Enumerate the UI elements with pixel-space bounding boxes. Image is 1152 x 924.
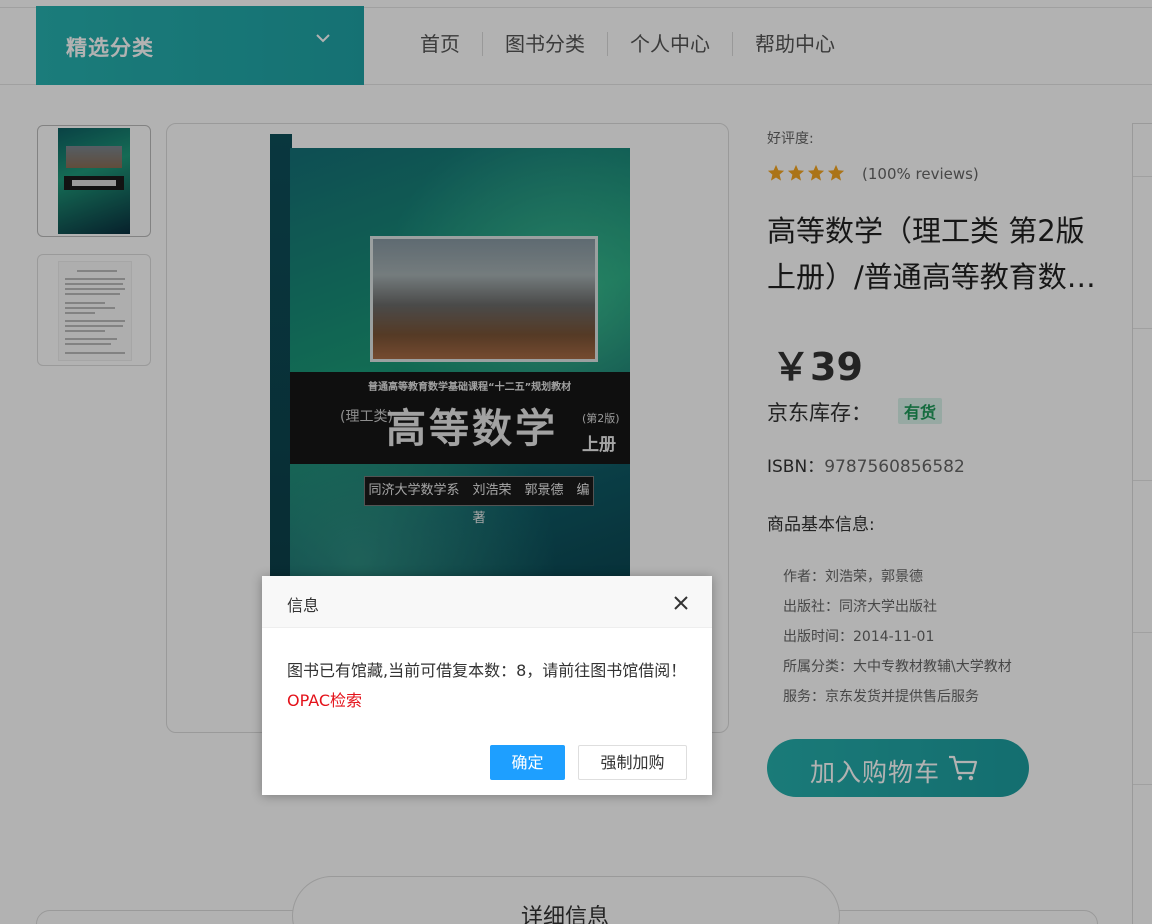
dialog-title: 信息 (287, 596, 320, 615)
opac-search-link[interactable]: OPAC检索 (287, 691, 362, 710)
confirm-button[interactable]: 确定 (490, 745, 565, 780)
close-icon[interactable] (672, 594, 690, 612)
dialog-message: 图书已有馆藏,当前可借复本数：8，请前往图书馆借阅！ OPAC检索 (287, 656, 697, 716)
force-add-button[interactable]: 强制加购 (578, 745, 687, 780)
info-dialog: 信息 图书已有馆藏,当前可借复本数：8，请前往图书馆借阅！ OPAC检索 确定 强… (262, 576, 712, 795)
dialog-message-text: 图书已有馆藏,当前可借复本数：8，请前往图书馆借阅！ (287, 661, 687, 680)
dialog-header: 信息 (262, 576, 712, 628)
